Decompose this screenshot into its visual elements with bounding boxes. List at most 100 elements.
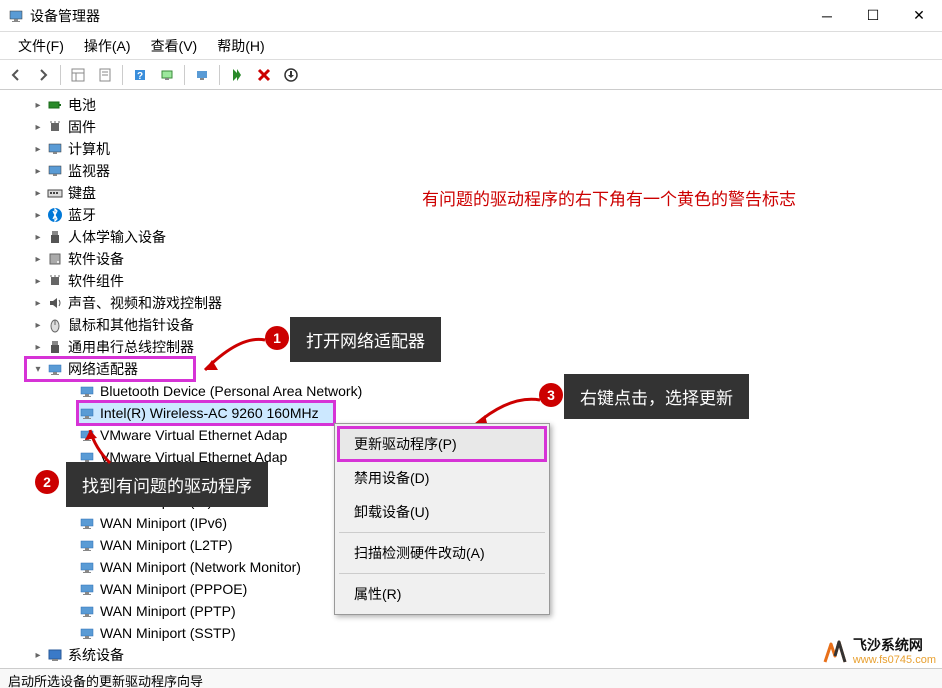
net-icon xyxy=(46,361,64,377)
close-button[interactable]: ✕ xyxy=(896,0,942,32)
tree-node-7[interactable]: ▸ 软件设备 xyxy=(0,248,942,270)
tree-node-1[interactable]: ▸ 固件 xyxy=(0,116,942,138)
tree-node-10[interactable]: ▸鼠标和其他指针设备 xyxy=(0,314,942,336)
tree-node-label: 固件 xyxy=(68,117,96,137)
tree-node-system-device[interactable]: ▸ 系统设备 xyxy=(0,644,942,666)
svg-text:?: ? xyxy=(137,71,143,82)
back-button[interactable] xyxy=(4,63,28,87)
tree-node-11[interactable]: ▸ 通用串行总线控制器 xyxy=(0,336,942,358)
help-button[interactable]: ? xyxy=(128,63,152,87)
menu-view[interactable]: 查看(V) xyxy=(141,32,208,60)
tree-node-label: Bluetooth Device (Personal Area Network) xyxy=(100,383,362,399)
watermark-logo-icon xyxy=(821,638,849,666)
mouse-icon xyxy=(46,317,64,333)
tree-node-label: 键盘 xyxy=(68,183,96,203)
tree-node-0[interactable]: ▸ 电池 xyxy=(0,94,942,116)
tree-node-label: 系统设备 xyxy=(68,645,124,665)
device-tree[interactable]: ▸电池▸固件▸计算机▸监视器▸键盘▸蓝牙▸人体学输入设备▸软件设备▸软件组件▸声… xyxy=(0,90,942,668)
ctx-disable-device[interactable]: 禁用设备(D) xyxy=(338,461,546,495)
tree-node-label: 计算机 xyxy=(68,139,110,159)
chevron-right-icon[interactable]: ▸ xyxy=(30,144,46,155)
net-icon xyxy=(78,383,96,399)
statusbar: 启动所选设备的更新驱动程序向导 xyxy=(0,668,942,688)
enable-button[interactable] xyxy=(225,63,249,87)
bt-icon xyxy=(46,207,64,223)
chevron-right-icon[interactable]: ▸ xyxy=(30,232,46,243)
sys-icon xyxy=(46,647,64,663)
tree-node-2[interactable]: ▸ 计算机 xyxy=(0,138,942,160)
window-controls: ─ ☐ ✕ xyxy=(804,0,942,32)
tree-node-adapter-11[interactable]: WAN Miniport (SSTP) xyxy=(0,622,942,644)
chevron-right-icon[interactable]: ▸ xyxy=(30,210,46,221)
update-driver-button[interactable] xyxy=(190,63,214,87)
chevron-right-icon[interactable]: ▸ xyxy=(30,188,46,199)
tree-node-label: 电池 xyxy=(68,95,96,115)
tree-node-9[interactable]: ▸声音、视频和游戏控制器 xyxy=(0,292,942,314)
net-icon xyxy=(78,625,96,641)
keyboard-icon xyxy=(46,185,64,201)
titlebar: 设备管理器 ─ ☐ ✕ xyxy=(0,0,942,32)
chevron-right-icon[interactable]: ▸ xyxy=(30,320,46,331)
tree-node-adapter-1[interactable]: Intel(R) Wireless-AC 9260 160MHz xyxy=(78,402,334,424)
chevron-right-icon[interactable]: ▸ xyxy=(30,342,46,353)
chevron-right-icon[interactable]: ▸ xyxy=(30,254,46,265)
chevron-right-icon[interactable]: ▸ xyxy=(30,298,46,309)
app-icon xyxy=(8,8,24,24)
chevron-right-icon[interactable]: ▸ xyxy=(30,276,46,287)
tree-node-8[interactable]: ▸ 软件组件 xyxy=(0,270,942,292)
ctx-update-driver[interactable]: 更新驱动程序(P) xyxy=(338,427,546,461)
tree-node-label: WAN Miniport (PPPOE) xyxy=(100,581,247,597)
net-icon xyxy=(78,537,96,553)
window-title: 设备管理器 xyxy=(30,6,804,26)
watermark-title: 飞沙系统网 xyxy=(853,638,936,653)
tree-node-label: 网络适配器 xyxy=(68,359,138,379)
forward-button[interactable] xyxy=(31,63,55,87)
toolbar: ? xyxy=(0,60,942,90)
tree-node-label: WAN Miniport (SSTP) xyxy=(100,625,236,641)
annotation-warning-text: 有问题的驱动程序的右下角有一个黄色的警告标志 xyxy=(422,185,796,210)
ctx-scan-hardware[interactable]: 扫描检测硬件改动(A) xyxy=(338,536,546,570)
sound-icon xyxy=(46,295,64,311)
tree-node-label: WAN Miniport (L2TP) xyxy=(100,537,233,553)
status-text: 启动所选设备的更新驱动程序向导 xyxy=(8,674,203,688)
show-tree-button[interactable] xyxy=(66,63,90,87)
properties-button[interactable] xyxy=(93,63,117,87)
tree-node-label: Intel(R) Wireless-AC 9260 160MHz xyxy=(100,405,319,421)
tree-node-label: VMware Virtual Ethernet Adap xyxy=(100,427,287,443)
menu-file[interactable]: 文件(F) xyxy=(8,32,74,60)
chevron-down-icon[interactable]: ▾ xyxy=(30,364,46,375)
monitor-icon xyxy=(46,163,64,179)
uninstall-button[interactable] xyxy=(252,63,276,87)
ctx-uninstall-device[interactable]: 卸载设备(U) xyxy=(338,495,546,529)
chevron-right-icon[interactable]: ▸ xyxy=(30,122,46,133)
chip-icon xyxy=(46,273,64,289)
tree-node-3[interactable]: ▸ 监视器 xyxy=(0,160,942,182)
tree-node-6[interactable]: ▸ 人体学输入设备 xyxy=(0,226,942,248)
tree-node-label: WAN Miniport (Network Monitor) xyxy=(100,559,301,575)
watermark: 飞沙系统网 www.fs0745.com xyxy=(821,638,936,666)
watermark-url: www.fs0745.com xyxy=(853,654,936,666)
tree-node-label: 软件设备 xyxy=(68,249,124,269)
minimize-button[interactable]: ─ xyxy=(804,0,850,32)
chevron-right-icon[interactable]: ▸ xyxy=(30,100,46,111)
chevron-right-icon[interactable]: ▸ xyxy=(30,650,46,661)
tree-node-network-adapter[interactable]: ▾ 网络适配器 xyxy=(26,358,194,380)
tree-node-label: 人体学输入设备 xyxy=(68,227,166,247)
annotation-badge-3: 3 xyxy=(539,383,563,407)
menubar: 文件(F) 操作(A) 查看(V) 帮助(H) xyxy=(0,32,942,60)
annotation-badge-2: 2 xyxy=(35,470,59,494)
chevron-right-icon[interactable]: ▸ xyxy=(30,166,46,177)
tree-node-label: 软件组件 xyxy=(68,271,124,291)
tree-node-label: WAN Miniport (IPv6) xyxy=(100,515,227,531)
tree-node-label: 通用串行总线控制器 xyxy=(68,337,194,357)
ctx-properties[interactable]: 属性(R) xyxy=(338,577,546,611)
net-icon xyxy=(78,603,96,619)
menu-action[interactable]: 操作(A) xyxy=(74,32,141,60)
scan-button[interactable] xyxy=(155,63,179,87)
tree-node-label: 监视器 xyxy=(68,161,110,181)
usb-icon xyxy=(46,229,64,245)
maximize-button[interactable]: ☐ xyxy=(850,0,896,32)
menu-help[interactable]: 帮助(H) xyxy=(207,32,274,60)
refresh-button[interactable] xyxy=(279,63,303,87)
tree-node-label: WAN Miniport (PPTP) xyxy=(100,603,236,619)
